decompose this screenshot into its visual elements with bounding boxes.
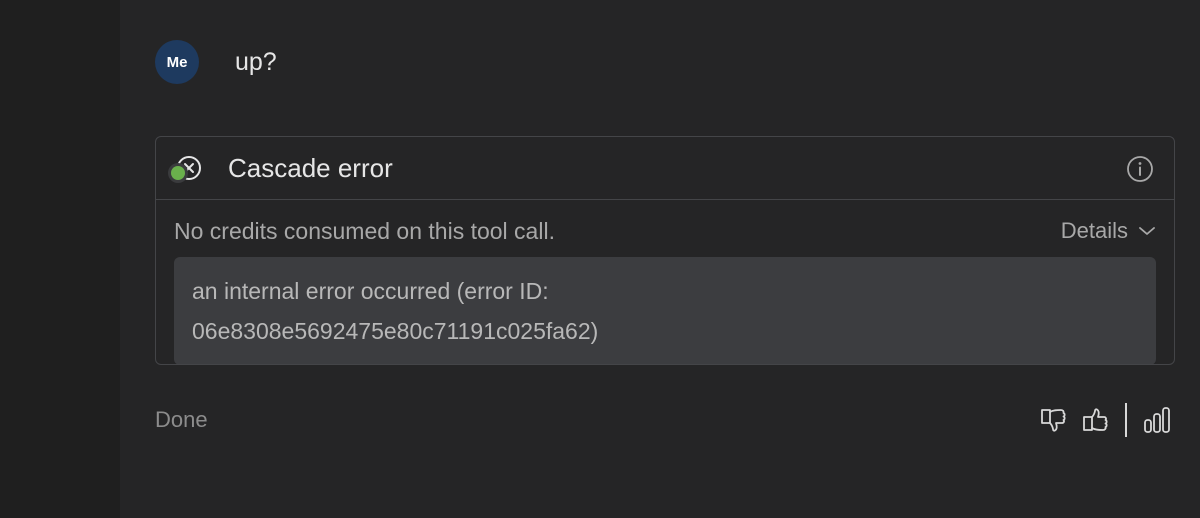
- thumbs-up-button[interactable]: [1077, 402, 1113, 438]
- error-card-body: No credits consumed on this tool call. D…: [156, 200, 1174, 364]
- chevron-down-icon: [1139, 227, 1155, 235]
- error-title: Cascade error: [228, 152, 393, 183]
- error-message-box: an internal error occurred (error ID: 06…: [174, 257, 1156, 364]
- credits-note: No credits consumed on this tool call.: [174, 217, 555, 244]
- user-message-text: up?: [235, 47, 277, 76]
- error-message-line-2: 06e8308e5692475e80c71191c025fa62): [192, 318, 599, 344]
- error-card: Cascade error No credits consumed on thi…: [155, 136, 1175, 365]
- response-footer: Done: [155, 400, 1175, 440]
- thumbs-up-icon: [1083, 408, 1108, 431]
- error-card-header: Cascade error: [156, 137, 1174, 200]
- stats-button[interactable]: [1139, 402, 1175, 438]
- feedback-actions: [1035, 402, 1175, 438]
- user-message-row: Me up?: [155, 40, 277, 84]
- divider: [1125, 403, 1127, 437]
- status-dot: [171, 166, 185, 180]
- left-sidebar-panel: [0, 0, 120, 518]
- details-toggle[interactable]: Details: [1061, 218, 1156, 244]
- thumbs-down-button[interactable]: [1035, 402, 1071, 438]
- details-label: Details: [1060, 218, 1128, 243]
- error-body-row: No credits consumed on this tool call. D…: [174, 214, 1156, 248]
- app-window: Me up? Cascade error No credits consumed…: [0, 0, 1200, 518]
- error-icon-wrap: [171, 153, 204, 183]
- info-icon[interactable]: [1126, 155, 1154, 183]
- bar-chart-icon: [1144, 407, 1170, 433]
- avatar: Me: [155, 40, 199, 84]
- error-message-line-1: an internal error occurred (error ID:: [192, 278, 549, 304]
- thumbs-down-icon: [1041, 409, 1066, 432]
- status-text: Done: [155, 407, 208, 432]
